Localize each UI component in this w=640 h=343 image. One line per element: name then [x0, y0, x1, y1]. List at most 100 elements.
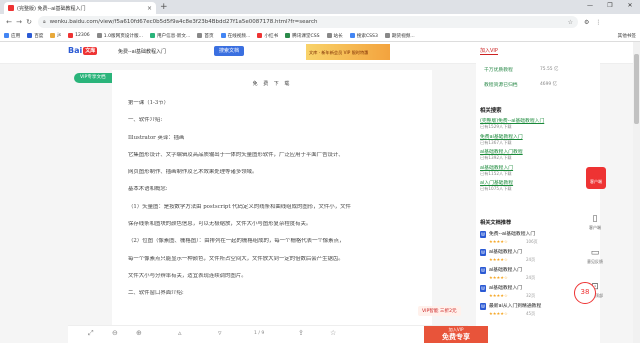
baidu-favicon-icon: [8, 5, 14, 11]
ad-banner[interactable]: 文库 · 新年新会员 VIP 限时特惠: [306, 44, 390, 60]
browser-tab[interactable]: (完整版) 免费--ai基础教程入门 ×: [4, 2, 156, 14]
doc-line: 网页图形制作、插画制作及艺术效果处理等诸多领域。: [128, 169, 258, 176]
bookmark-star-icon[interactable]: ☆: [568, 19, 573, 26]
doc-line: （2）位图（像素图、栅格图）：由排列在一起的栅格组成的，每一个栅格代表一个像素点…: [128, 238, 345, 245]
bookmark-item[interactable]: 站长: [326, 33, 343, 39]
bookmark-item[interactable]: 百度: [27, 33, 43, 39]
extension-icon[interactable]: ⚙: [584, 19, 589, 26]
doc-line: 它集图形设计、文字编辑及高品质输出于一体的矢量图形软件，广泛应用于平面广告设计、: [128, 151, 344, 158]
bookmark-icon: [197, 33, 203, 38]
bookmark-label: 小红书: [264, 33, 279, 39]
prev-page-icon[interactable]: ▵: [178, 329, 182, 337]
bookmark-item[interactable]: 1.0版网页设计版...: [96, 33, 143, 39]
related-link[interactable]: 免费ai基础教程入门: [480, 133, 523, 140]
stat-label: 教程资源已归档: [484, 83, 518, 88]
page-count: 106页: [526, 239, 538, 244]
doc-line: 基本术语和概念:: [128, 186, 168, 193]
fullscreen-icon[interactable]: ⤢: [88, 329, 94, 338]
stat-value: 75.55 亿: [540, 67, 559, 72]
bookmark-icon: [149, 33, 155, 38]
maximize-button[interactable]: ❐: [600, 0, 620, 12]
vertical-scrollbar[interactable]: [633, 42, 640, 343]
search-doc-button[interactable]: 搜索文档: [214, 46, 244, 56]
download-tabs[interactable]: 免 费 下 载: [112, 80, 432, 87]
menu-icon[interactable]: ⋮: [595, 19, 601, 26]
bookmark-label: 12306: [75, 33, 90, 38]
related-link[interactable]: ai基础教程入门: [480, 164, 513, 171]
recommend-title-text: ai基础教程入门: [489, 250, 523, 255]
close-window-button[interactable]: ✕: [620, 0, 640, 12]
bookmark-label: 百度: [34, 33, 44, 39]
doc-line: 文件大小与分辨率有关，适宜表现连续调的图片。: [128, 272, 247, 279]
recommend-title-text: 最新ai从入门到精通教程: [489, 304, 542, 309]
lock-icon: 🔒︎: [43, 19, 46, 25]
free-download-button[interactable]: 加入VIP 免费专享: [424, 326, 488, 343]
page-content: Bai 文库 免费--ai基础教程入门 搜索文档 文库 · 新年新会员 VIP 限…: [0, 42, 640, 343]
bookmark-item[interactable]: 首页: [197, 33, 214, 39]
word-doc-icon: W: [480, 249, 486, 256]
bookmark-item[interactable]: 在线视频...: [220, 33, 250, 39]
share-icon[interactable]: ⇪: [298, 329, 304, 337]
client-label: 客户端: [589, 225, 601, 230]
bookmark-icon: [384, 33, 390, 38]
bookmark-item[interactable]: 腾讯课堂CSS: [285, 33, 320, 39]
bookmark-item[interactable]: 用户信息·新文...: [149, 33, 190, 39]
stat-value: 4699 亿: [540, 82, 557, 87]
bookmark-label: 应用: [11, 33, 21, 39]
forward-icon[interactable]: →: [14, 18, 24, 26]
doc-line: 二、软件窗口界面介绍:: [128, 290, 184, 297]
related-link[interactable]: (完整版)免费--ai基础教程入门: [480, 117, 544, 124]
minimize-button[interactable]: —: [580, 0, 600, 12]
word-doc-icon: W: [480, 285, 486, 292]
bookmark-label: 期货视频...: [391, 33, 415, 39]
address-bar[interactable]: 🔒︎ wenku.baidu.com/view/f5a610fd67ec0b5d…: [38, 16, 578, 28]
page-number: 1 / 9: [254, 331, 265, 336]
bookmark-item[interactable]: js: [50, 33, 61, 38]
bookmark-item[interactable]: 应用: [4, 33, 20, 39]
related-link[interactable]: ai入门基础教程: [480, 179, 513, 186]
baidu-wenku-logo[interactable]: Bai 文库: [68, 46, 98, 55]
next-page-icon[interactable]: ▿: [218, 329, 222, 337]
page-count: 24页: [526, 257, 536, 262]
rating-stars: ★★★★☆: [489, 311, 508, 316]
logo-text: Bai: [68, 46, 83, 55]
bookmark-icon: [27, 33, 33, 38]
bookmark-label: 站长: [333, 33, 343, 39]
promo-badge[interactable]: 客户端: [586, 167, 606, 189]
bookmark-icon: [50, 33, 56, 38]
back-icon[interactable]: ←: [4, 18, 14, 26]
related-sub: 已有1367人下载: [480, 139, 512, 145]
new-tab-button[interactable]: +: [160, 2, 168, 12]
related-sub: 已有1392人下载: [480, 155, 512, 160]
doc-name: 免费--ai基础教程入门: [118, 49, 167, 55]
tab-strip: (完整版) 免费--ai基础教程入门 × + — ❐ ✕: [0, 0, 640, 14]
bookmark-item[interactable]: 小红书: [257, 33, 278, 39]
bookmark-icon: [4, 33, 9, 38]
reload-icon[interactable]: ↻: [24, 18, 34, 26]
window-controls: — ❐ ✕: [580, 0, 640, 12]
browser-window: (完整版) 免费--ai基础教程入门 × + — ❐ ✕ ← → ↻ 🔒︎ we…: [0, 0, 640, 343]
doc-line: 保存线条和图块的颜色信息，可以无极缩放，文件大小与图形复杂程度有关。: [128, 221, 312, 228]
join-vip-link[interactable]: 加入VIP: [480, 47, 498, 55]
client-button[interactable]: ▯ 客户端: [582, 214, 608, 231]
star-icon[interactable]: ☆: [330, 329, 336, 337]
scroll-thumb[interactable]: [634, 54, 639, 124]
bookmark-item[interactable]: 期货视频...: [384, 33, 415, 39]
reading-progress[interactable]: 38: [574, 282, 596, 304]
zoom-out-icon[interactable]: ⊖: [112, 329, 118, 337]
bookmark-item[interactable]: 搜索CSS3: [349, 33, 378, 39]
zoom-in-icon[interactable]: ⊕: [136, 329, 142, 337]
bookmark-label: 腾讯课堂CSS: [292, 33, 320, 39]
feedback-button[interactable]: ▭ 意见反馈: [582, 248, 608, 265]
doc-line: 一、软件介绍:: [128, 117, 163, 124]
doc-line: 每一个像素点只能显示一种颜色，文件所占空间大，文件放大到一定的倍数后会产生锯齿。: [128, 255, 344, 262]
related-link[interactable]: ai基础教程入门教程: [480, 148, 523, 155]
vip-offer[interactable]: VIP智能 三折2元: [418, 306, 461, 316]
browser-toolbar: ← → ↻ 🔒︎ wenku.baidu.com/view/f5a610fd67…: [0, 14, 640, 30]
recommend-title-text: ai基础教程入门: [489, 286, 523, 291]
tab-close-icon[interactable]: ×: [147, 5, 152, 12]
doc-line: （1）矢量图：是按数学方法由 postscript 代码定义的线条和曲线组成的图…: [128, 203, 351, 210]
other-bookmarks[interactable]: 其他书签: [618, 33, 636, 39]
free-dl-line2: 免费专享: [442, 333, 470, 341]
bookmark-item[interactable]: 12306: [68, 33, 90, 38]
